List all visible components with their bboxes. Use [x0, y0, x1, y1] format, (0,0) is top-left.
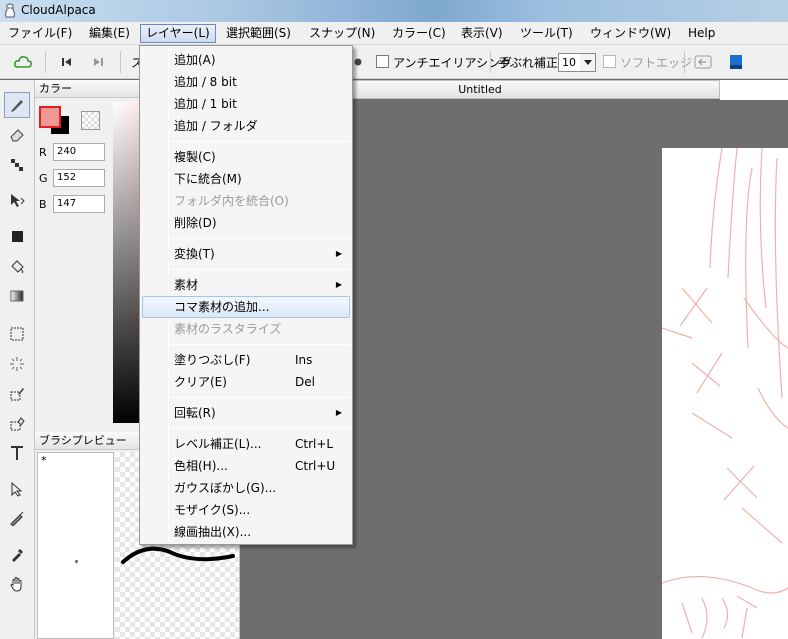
alpaca-app-icon — [5, 3, 15, 18]
menu-item-rotate[interactable]: 回転(R) ▶ — [142, 402, 350, 424]
menu-separator — [170, 397, 350, 398]
antialias-checkbox[interactable] — [376, 55, 389, 68]
toolbar: ス アンチエイリアシング 手ぶれ補正 10 ソフトエッジ — [0, 45, 788, 79]
menu-separator — [170, 344, 350, 345]
menu-item-mosaic[interactable]: モザイク(S)... — [142, 499, 350, 521]
dot-pen-tool-icon[interactable] — [4, 152, 30, 178]
menu-item-add-folder[interactable]: 追加 / フォルダ — [142, 115, 350, 137]
window-title: CloudAlpaca — [21, 3, 96, 17]
menu-window[interactable]: ウィンドウ(W) — [585, 24, 676, 43]
menu-item-add-8bit[interactable]: 追加 / 8 bit — [142, 71, 350, 93]
eraser-tool-icon[interactable] — [4, 122, 30, 148]
brush-tip-preview: * — [37, 452, 114, 639]
menu-item-add[interactable]: 追加(A) — [142, 49, 350, 71]
submenu-arrow-icon: ▶ — [335, 280, 342, 289]
b-value-field[interactable]: 147 — [53, 195, 105, 213]
menu-item-levels[interactable]: レベル補正(L)... Ctrl+L — [142, 433, 350, 455]
hand-tool-icon[interactable] — [4, 571, 30, 597]
r-label: R — [39, 146, 47, 159]
transparent-color-swatch[interactable] — [81, 111, 100, 130]
brush-dot — [75, 560, 78, 563]
gradient-tool-icon[interactable] — [4, 283, 30, 309]
submenu-arrow-icon: ▶ — [335, 249, 342, 258]
menu-color[interactable]: カラー(C) — [387, 24, 451, 43]
operation-arrow-icon[interactable] — [4, 476, 30, 502]
g-label: G — [39, 172, 48, 185]
rectangle-tool-icon[interactable] — [4, 223, 30, 249]
menu-separator — [170, 269, 350, 270]
menu-separator — [170, 238, 350, 239]
menu-item-add-frame-material[interactable]: コマ素材の追加... — [142, 296, 350, 318]
canvas-page[interactable] — [662, 148, 788, 639]
menu-bar: ファイル(F) 編集(E) レイヤー(L) 選択範囲(S) スナップ(N) カラ… — [0, 22, 788, 45]
move-tool-icon[interactable] — [4, 187, 30, 213]
selection-eraser-icon[interactable] — [4, 411, 30, 437]
menu-item-add-1bit[interactable]: 追加 / 1 bit — [142, 93, 350, 115]
title-bar: CloudAlpaca — [0, 0, 788, 22]
eyedropper-icon[interactable] — [4, 541, 30, 567]
menu-separator — [170, 428, 350, 429]
fill-bucket-icon[interactable] — [4, 253, 30, 279]
pink-sketch-lines — [662, 148, 788, 639]
menu-item-material[interactable]: 素材 ▶ — [142, 274, 350, 296]
selection-rectangle-icon[interactable] — [4, 321, 30, 347]
pen-nib-icon[interactable] — [4, 505, 30, 531]
menu-item-rasterize-material[interactable]: 素材のラスタライズ — [142, 318, 350, 340]
menu-item-delete[interactable]: 削除(D) — [142, 212, 350, 234]
brush-mark: * — [41, 454, 47, 467]
menu-item-convert[interactable]: 変換(T) ▶ — [142, 243, 350, 265]
selection-pen-icon[interactable] — [4, 381, 30, 407]
menu-item-line-extraction[interactable]: 線画抽出(X)... — [142, 521, 350, 543]
pen-tool-icon[interactable] — [4, 92, 30, 118]
menu-item-clear[interactable]: クリア(E) Del — [142, 371, 350, 393]
menu-item-duplicate[interactable]: 複製(C) — [142, 146, 350, 168]
menu-item-merge-folder[interactable]: フォルダ内を統合(O) — [142, 190, 350, 212]
menu-view[interactable]: 表示(V) — [456, 24, 508, 43]
g-value-field[interactable]: 152 — [53, 169, 105, 187]
menu-separator — [170, 141, 350, 142]
stabilizer-value: 10 — [562, 56, 576, 69]
import-icon[interactable] — [694, 53, 712, 71]
menu-snap[interactable]: スナップ(N) — [304, 24, 380, 43]
softedge-checkbox[interactable] — [603, 55, 616, 68]
b-label: B — [39, 198, 47, 211]
menu-edit[interactable]: 編集(E) — [84, 24, 135, 43]
submenu-arrow-icon: ▶ — [335, 408, 342, 417]
softedge-label: ソフトエッジ — [620, 56, 693, 70]
text-tool-icon[interactable] — [4, 440, 30, 466]
menu-item-merge-down[interactable]: 下に統合(M) — [142, 168, 350, 190]
chevron-down-icon — [580, 54, 595, 71]
previous-icon[interactable] — [58, 53, 76, 71]
menu-selection[interactable]: 選択範囲(S) — [221, 24, 296, 43]
menu-tools[interactable]: ツール(T) — [515, 24, 578, 43]
menu-layer[interactable]: レイヤー(L) — [140, 24, 216, 43]
r-value-field[interactable]: 240 — [53, 143, 105, 161]
tool-strip — [0, 80, 35, 639]
menu-help[interactable]: Help — [683, 24, 720, 43]
layer-menu-dropdown: 追加(A) 追加 / 8 bit 追加 / 1 bit 追加 / フォルダ 複製… — [139, 45, 353, 545]
cloud-icon[interactable] — [14, 53, 32, 71]
menu-item-fill[interactable]: 塗りつぶし(F) Ins — [142, 349, 350, 371]
menu-file[interactable]: ファイル(F) — [3, 24, 77, 43]
menu-item-gaussian-blur[interactable]: ガウスぼかし(G)... — [142, 477, 350, 499]
menu-item-hue[interactable]: 色相(H)... Ctrl+U — [142, 455, 350, 477]
next-icon[interactable] — [89, 53, 107, 71]
book-icon[interactable] — [727, 53, 745, 71]
magic-wand-icon[interactable] — [4, 351, 30, 377]
tab-strip-blank — [720, 80, 788, 100]
stabilizer-select[interactable]: 10 — [558, 53, 596, 72]
stabilizer-label: 手ぶれ補正 — [498, 56, 559, 70]
foreground-color-swatch[interactable] — [39, 106, 61, 128]
antialias-label: アンチエイリアシング — [393, 56, 513, 70]
